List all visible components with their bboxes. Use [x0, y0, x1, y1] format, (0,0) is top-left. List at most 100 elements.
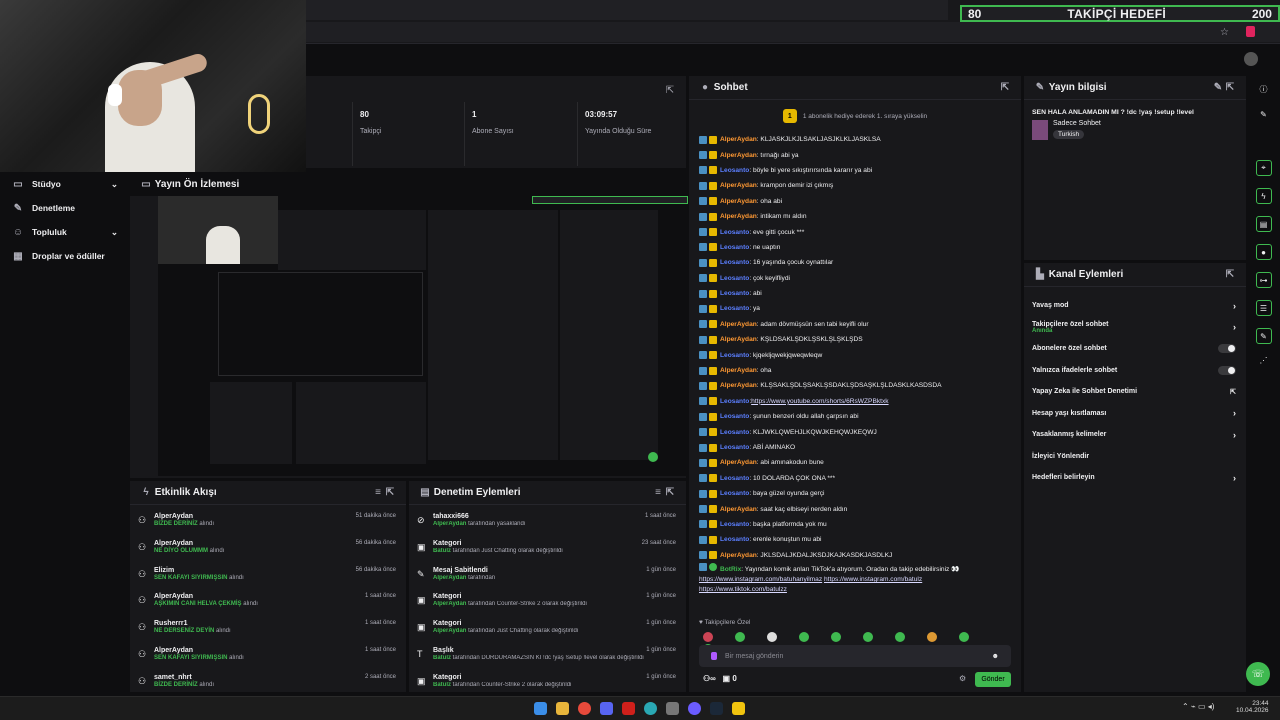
chat-username[interactable]: Leosanto: [720, 167, 749, 174]
pencil-icon[interactable]: ✎: [1247, 110, 1280, 124]
stats-panel: ⇱ 80 Takipçi 1 Abone Sayısı 03:09:57 Yayınd…: [306, 76, 686, 168]
channel-action-item[interactable]: İzleyici Yönlendir: [1024, 446, 1246, 468]
chat-link[interactable]: https://www.instagram.com/batulz: [824, 576, 922, 583]
channel-action-item[interactable]: Yalnızca ifadelerle sohbet: [1024, 360, 1246, 382]
filter-icon[interactable]: ≡: [652, 487, 664, 499]
chat-username[interactable]: Leosanto: [720, 305, 749, 312]
chat-link[interactable]: https://www.instagram.com/batuhanyilmaz: [699, 576, 822, 583]
chat-username[interactable]: Leosanto: [720, 275, 749, 282]
popout-icon[interactable]: ⇱: [1224, 269, 1236, 281]
chat-link[interactable]: https://www.tiktok.com/batulzz: [699, 586, 787, 593]
chat-username[interactable]: AlperAydan: [720, 336, 757, 343]
channel-action-item[interactable]: Yavaş mod ›: [1024, 295, 1246, 317]
chat-username[interactable]: AlperAydan: [720, 152, 757, 159]
chat-username[interactable]: Leosanto: [720, 444, 749, 451]
settings-icon[interactable]: [666, 702, 679, 715]
chevron-right-icon: ›: [1233, 472, 1236, 483]
channel-action-item[interactable]: Yapay Zeka ile Sohbet Denetimi ⇱: [1024, 381, 1246, 403]
chat-message: Leosanto: böyle bi yere sıkıştırırsında …: [689, 163, 1021, 178]
chat-username[interactable]: AlperAydan: [720, 182, 757, 189]
channel-action-item[interactable]: Hesap yaşı kısıtlaması ›: [1024, 403, 1246, 425]
channel-action-item[interactable]: Yasaklanmış kelimeler ›: [1024, 424, 1246, 446]
sidebar-item-drops[interactable]: ▦ Droplar ve ödüller: [0, 244, 130, 268]
popout-icon[interactable]: ⇱: [999, 82, 1011, 94]
popout-icon[interactable]: ⇱: [384, 487, 396, 499]
chat-username[interactable]: AlperAydan: [720, 552, 757, 559]
bookmark-star-icon[interactable]: ☆: [1220, 27, 1229, 38]
app-icon[interactable]: [688, 702, 701, 715]
chat-bubble-icon[interactable]: ●: [1255, 244, 1272, 260]
clock[interactable]: 23:44 10.04.2026: [1236, 700, 1269, 714]
chat-username[interactable]: Leosanto: [720, 490, 749, 497]
edit-icon[interactable]: ✎: [1212, 82, 1224, 94]
channel-action-item[interactable]: Takipçilere özel sohbet Anında ›: [1024, 317, 1246, 339]
chat-username[interactable]: Leosanto: [720, 290, 749, 297]
popout-icon[interactable]: ⇱: [664, 487, 676, 499]
popout-icon[interactable]: ⇱: [1224, 82, 1236, 94]
pinned-gift-banner[interactable]: 1 1 abonelik hediye ederek 1. sıraya yük…: [689, 100, 1021, 132]
list-icon[interactable]: ☰: [1255, 300, 1272, 316]
chevron-right-icon: ›: [1233, 408, 1236, 419]
chat-username[interactable]: AlperAydan: [720, 321, 757, 328]
info-icon[interactable]: ⓘ: [1247, 84, 1280, 98]
filter-icon[interactable]: ≡: [372, 487, 384, 499]
settings-icon[interactable]: ⚙: [959, 674, 966, 683]
chat-username[interactable]: Leosanto: [720, 536, 749, 543]
chat-username[interactable]: AlperAydan: [720, 459, 757, 466]
chat-username[interactable]: AlperAydan: [720, 506, 757, 513]
chat-username[interactable]: AlperAydan: [720, 136, 757, 143]
chat-message: Leosanto: şunun benzeri oldu allah çarps…: [689, 409, 1021, 424]
support-chat-button[interactable]: ☏: [1246, 662, 1270, 686]
toggle-switch[interactable]: [1218, 365, 1236, 375]
sidebar-item-studio[interactable]: ▭ Stüdyo ⌄: [0, 172, 130, 196]
start-icon[interactable]: [534, 702, 547, 715]
chat-username[interactable]: Leosanto: [720, 352, 749, 359]
chat-username[interactable]: Leosanto: [720, 521, 749, 528]
chevron-right-icon: ›: [1233, 300, 1236, 311]
chat-username[interactable]: AlperAydan: [720, 213, 757, 220]
discord-icon[interactable]: [600, 702, 613, 715]
notes-icon[interactable]: [732, 702, 745, 715]
chat-username[interactable]: Leosanto: [720, 259, 749, 266]
chat-username[interactable]: Leosanto: [720, 429, 749, 436]
tray-icons[interactable]: ⌃ ⌁ ▭ ◂): [1182, 702, 1214, 711]
chat-username[interactable]: Leosanto: [720, 475, 749, 482]
share-icon[interactable]: ⋰: [1247, 356, 1280, 365]
chat-username[interactable]: Leosanto: [720, 413, 749, 420]
chat-username[interactable]: AlperAydan: [720, 198, 757, 205]
avatar[interactable]: [1244, 52, 1258, 66]
chat-link[interactable]: https://www.youtube.com/shorts/6RsWZPBkt…: [751, 398, 888, 405]
emoji-icon[interactable]: ☻: [992, 653, 999, 660]
channel-points[interactable]: ⚇∞ ▣ 0: [703, 674, 737, 683]
chat-username[interactable]: AlperAydan: [720, 382, 757, 389]
sidebar-item-moderation[interactable]: ✎ Denetleme: [0, 196, 130, 220]
target-icon[interactable]: ⌖: [1255, 160, 1272, 176]
chat-username[interactable]: Leosanto: [720, 229, 749, 236]
opera-icon[interactable]: [622, 702, 635, 715]
toggle-switch[interactable]: [1218, 344, 1236, 354]
send-button[interactable]: Gönder: [975, 672, 1011, 687]
bolt-icon[interactable]: ϟ: [1255, 188, 1272, 204]
popout-icon[interactable]: ⇱: [664, 84, 676, 96]
chat-input[interactable]: Bir mesaj gönderin ☻: [699, 645, 1011, 667]
wrench-icon[interactable]: ✎: [1255, 328, 1272, 344]
channel-action-item[interactable]: Abonelere özel sohbet: [1024, 338, 1246, 360]
edge-icon[interactable]: [644, 702, 657, 715]
chat-username[interactable]: AlperAydan: [720, 367, 757, 374]
extension-icon[interactable]: [1246, 26, 1255, 37]
browser-address-bar[interactable]: [306, 0, 948, 20]
broadcast-icon[interactable]: ⊶: [1255, 272, 1272, 288]
chrome-icon[interactable]: [578, 702, 591, 715]
folder-icon[interactable]: [556, 702, 569, 715]
chat-username[interactable]: Leosanto: [720, 244, 749, 251]
tag-badge[interactable]: Turkish: [1053, 130, 1085, 139]
stream-preview-video[interactable]: [158, 196, 688, 476]
stat-uptime: 03:09:57 Yayında Olduğu Süre: [585, 110, 652, 135]
moderation-icon: ✎: [417, 568, 425, 579]
sidebar-item-community[interactable]: ☺ Topluluk ⌄: [0, 220, 130, 244]
mic-icon[interactable]: [711, 652, 717, 660]
doc-icon[interactable]: ▤: [1255, 216, 1272, 232]
steam-icon[interactable]: [710, 702, 723, 715]
chat-username[interactable]: Leosanto: [720, 398, 749, 405]
channel-action-item[interactable]: Hedefleri belirleyin ›: [1024, 467, 1246, 489]
